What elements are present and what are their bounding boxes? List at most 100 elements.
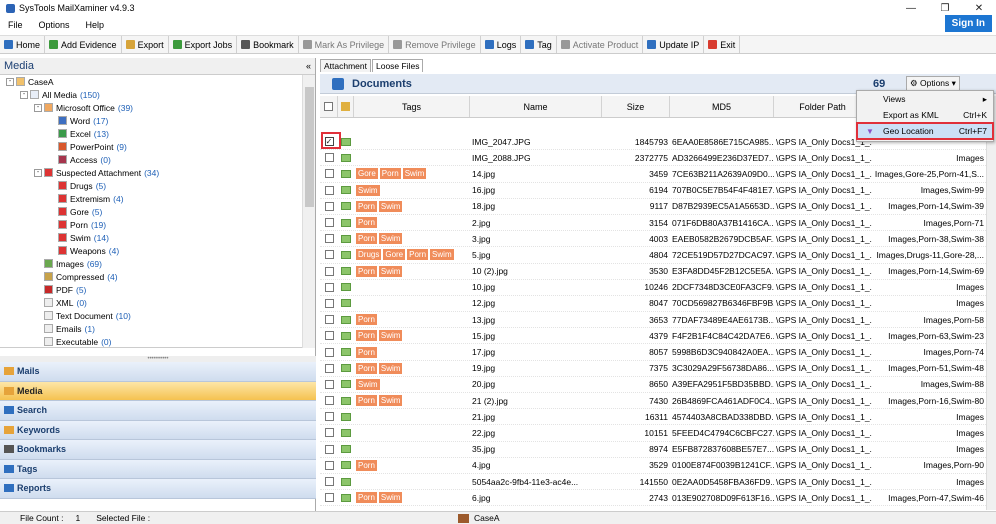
tag-badge[interactable]: Swim [378,330,403,342]
menu-item-export-as-kml[interactable]: Export as KML Ctrl+K [857,107,993,123]
table-row[interactable]: Porn 13.jpg 3653 77DAF73489E4AE6173B... \GPS… [320,312,986,329]
table-row[interactable]: Porn 4.jpg 3529 0100E874F0039B1241CF... \GPS… [320,458,986,474]
checkbox-icon[interactable] [324,331,334,341]
activate-product-button[interactable]: Activate Product [557,36,644,53]
checkbox-icon[interactable] [324,169,334,179]
menu-options[interactable]: Options [31,20,78,30]
tag-badge[interactable]: Porn [356,314,377,326]
tag-badge[interactable]: Porn [356,330,377,342]
tree-item-executable[interactable]: Executable (0) [0,335,302,347]
table-row[interactable]: Porn 17.jpg 8057 5998B6D3C940842A0EA... \GPS… [320,344,986,361]
tree-item-weapons[interactable]: Weapons (4) [0,244,302,257]
row-checkbox[interactable] [320,361,338,376]
tag-badge[interactable]: Swim [356,378,380,390]
checkbox-icon[interactable] [324,218,334,228]
nav-search[interactable]: Search [0,401,316,421]
tree-item-porn[interactable]: Porn (19) [0,218,302,231]
tag-badge[interactable]: Porn [379,168,401,180]
tree-item-extremism[interactable]: Extremism (4) [0,192,302,205]
tag-badge[interactable]: Swim [378,265,403,277]
tree-item-access[interactable]: Access (0) [0,153,302,166]
tree-toggle-icon[interactable]: - [34,103,42,112]
table-row[interactable]: Porn Swim 6.jpg 2743 013E902708D09F613F16...… [320,490,986,507]
table-row[interactable]: 35.jpg 8974 E5FB872837608BE57E7... \GPS IA_… [320,442,986,458]
checkbox-icon[interactable] [324,185,334,195]
tag-badge[interactable]: Swim [402,168,427,180]
row-checkbox[interactable] [320,474,338,489]
nav-keywords[interactable]: Keywords [0,420,316,440]
tag-badge[interactable]: Porn [356,217,377,229]
bookmark-button[interactable]: Bookmark [237,36,299,53]
checkbox-icon[interactable] [324,282,334,292]
tag-badge[interactable]: Swim [378,200,403,212]
checkbox-icon[interactable] [324,444,334,454]
tree-item-microsoft-office[interactable]: - Microsoft Office (39) [0,101,302,114]
checkbox-icon[interactable] [324,298,334,308]
tree-scrollbar-thumb[interactable] [305,87,314,207]
row-checkbox[interactable] [320,215,338,230]
add-evidence-button[interactable]: Add Evidence [45,36,122,53]
row-checkbox[interactable] [320,312,338,327]
sign-in-button[interactable]: Sign In [944,15,992,32]
table-row[interactable]: Drugs Gore Porn Swim 5.jpg 4804 72CE519D57D27D… [320,247,986,264]
column-name[interactable]: Name [470,96,602,117]
table-row[interactable]: 21.jpg 16311 4574403A8CBAD338DBD... \GPS IA… [320,409,986,426]
row-checkbox[interactable] [320,183,338,198]
tag-badge[interactable]: Gore [383,249,406,261]
close-icon[interactable]: ✕ [962,0,996,16]
row-checkbox[interactable] [320,458,338,473]
tag-badge[interactable]: Porn [356,362,377,374]
tree-item-word[interactable]: Word (17) [0,114,302,127]
checkbox-icon[interactable] [324,266,334,276]
row-checkbox[interactable] [320,393,338,408]
tree-item-xml[interactable]: XML (0) [0,296,302,309]
tag-badge[interactable]: Swim [356,184,380,196]
table-row[interactable]: 12.jpg 8047 70CD569827B6346FBF9B... \GPS IA… [320,296,986,313]
restore-icon[interactable]: ❐ [928,0,962,16]
table-row[interactable]: Porn Swim 19.jpg 7375 3C3029A29F56738DA86...… [320,361,986,377]
tree-item-compressed[interactable]: Compressed (4) [0,270,302,283]
export-button[interactable]: Export [122,36,169,53]
tree-item-swim[interactable]: Swim (14) [0,231,302,244]
menu-item-geo-location[interactable]: ▼ Geo Location Ctrl+F7 [856,122,994,140]
table-row[interactable]: Porn Swim 21 (2).jpg 7430 26B4869FCA461ADF0C… [320,393,986,410]
column-size[interactable]: Size [602,96,670,117]
tree-item-powerpoint[interactable]: PowerPoint (9) [0,140,302,153]
checkbox-icon[interactable] [324,201,334,211]
column-md5[interactable]: MD5 [670,96,774,117]
checkbox-icon[interactable] [324,412,334,422]
tab-loose-files[interactable]: Loose Files [372,59,424,72]
tree-item-pdf[interactable]: PDF (5) [0,283,302,296]
update-ip-button[interactable]: Update IP [643,36,705,53]
tree-item-suspected-attachment[interactable]: - Suspected Attachment (34) [0,166,302,179]
nav-bookmarks[interactable]: Bookmarks [0,440,316,460]
tag-badge[interactable]: Porn [356,233,377,245]
row-checkbox[interactable] [320,328,338,343]
collapse-panel-icon[interactable]: « [306,61,311,71]
table-row[interactable]: IMG_2088.JPG 2372775 AD3266499E236D37ED7..… [320,150,986,167]
table-row[interactable]: Gore Porn Swim 14.jpg 3459 7CE63B211A2639A09D… [320,166,986,183]
table-row[interactable]: Swim 20.jpg 8650 A39EFA2951F5BD35BBD... \GPS… [320,377,986,393]
nav-media[interactable]: Media [0,381,316,401]
tag-badge[interactable]: Swim [378,395,403,407]
tag-badge[interactable]: Swim [378,362,403,374]
options-button[interactable]: ⚙ Options ▾ [906,76,960,91]
table-row[interactable]: Porn Swim 10 (2).jpg 3530 E3FA8DD45F2B12C5E5… [320,264,986,280]
table-row[interactable]: 5054aa2c-9fb4-11e3-ac4e... 141550 0E2AA0D5… [320,474,986,491]
row-checkbox[interactable] [320,199,338,214]
logs-button[interactable]: Logs [481,36,522,53]
tree-item-images[interactable]: Images (69) [0,257,302,270]
checkbox-icon[interactable] [324,493,334,503]
tree-toggle-icon[interactable]: - [20,90,28,99]
row-checkbox[interactable] [320,409,338,424]
checkbox-icon[interactable] [324,250,334,260]
checkbox-icon[interactable] [324,477,334,487]
tree-toggle-icon[interactable]: - [6,77,14,86]
exit-button[interactable]: Exit [704,36,741,53]
tag-button[interactable]: Tag [521,36,557,53]
menu-file[interactable]: File [0,20,31,30]
nav-tags[interactable]: Tags [0,459,316,479]
remove-privilege-button[interactable]: Remove Privilege [389,36,481,53]
tag-badge[interactable]: Porn [356,265,377,277]
row-checkbox[interactable] [320,442,338,457]
